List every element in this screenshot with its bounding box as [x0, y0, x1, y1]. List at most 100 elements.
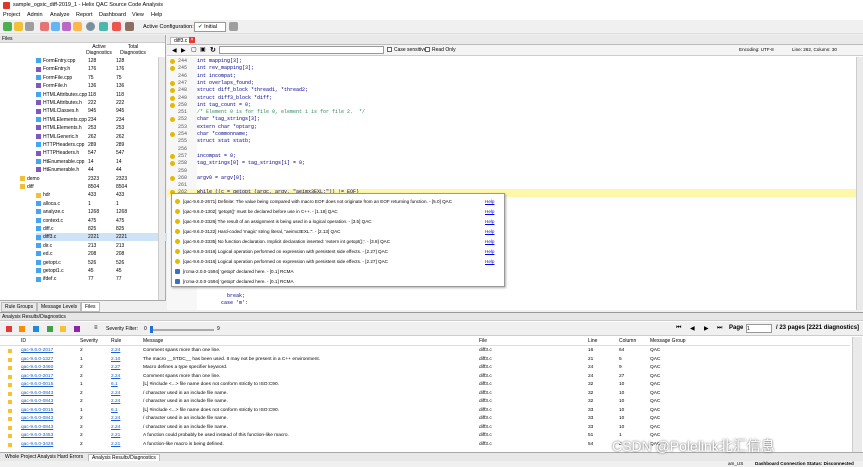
reload-icon[interactable]: ↻	[210, 46, 216, 54]
settings-gear-icon[interactable]	[86, 22, 95, 31]
warning-marker-icon[interactable]	[170, 95, 175, 101]
rule-link[interactable]: 2.24	[111, 390, 120, 398]
diag-id-link[interactable]: qac-9.6.0-3429	[21, 441, 53, 449]
copy-icon[interactable]: ▢	[191, 46, 197, 53]
results-row[interactable]: qac-9.6.0-3460 2 2.27 Macro defines a type …	[0, 364, 850, 372]
tab-rule-groups[interactable]: Rule Groups	[1, 302, 38, 312]
report-icon[interactable]	[73, 22, 82, 31]
results-row[interactable]: qac-9.6.0-0015 1 6.1 [L] #include <...> fil…	[0, 381, 850, 389]
col-severity[interactable]: Severity	[80, 338, 98, 344]
help-link[interactable]: Help	[485, 207, 494, 216]
warning-marker-icon[interactable]	[170, 153, 175, 159]
back-arrow-icon[interactable]: ◀	[172, 47, 177, 54]
code-line[interactable]: 254 char *commonname;	[167, 131, 857, 138]
help-link[interactable]: Help	[485, 227, 494, 236]
warning-marker-icon[interactable]	[170, 132, 175, 137]
severity-slider-handle[interactable]	[150, 326, 153, 333]
col-id[interactable]: ID	[21, 338, 26, 344]
menu-report[interactable]: Report	[76, 12, 93, 18]
read-only-checkbox[interactable]	[425, 47, 430, 52]
rule-link[interactable]: 2.27	[111, 364, 120, 372]
plugin-icon[interactable]	[125, 22, 134, 31]
results-row[interactable]: qac-9.6.0-0015 1 6.1 [L] #include <...> fil…	[0, 407, 850, 415]
code-line[interactable]: 251 /* Element 0 is for file 0, element 1…	[167, 109, 857, 116]
severity-slider[interactable]	[150, 329, 214, 331]
code-line[interactable]: 248 struct diff_block *thread1, *thread2;	[167, 87, 857, 94]
rule-link[interactable]: 2.24	[111, 424, 120, 432]
toggle-icon[interactable]: ▣	[200, 46, 206, 53]
help-link[interactable]: Help	[485, 217, 494, 226]
popup-diagnostic-row[interactable]: [qac-9.6.0-3326] The result of an assign…	[175, 217, 503, 226]
col-file[interactable]: File	[479, 338, 487, 344]
save-icon[interactable]	[25, 22, 34, 31]
warning-marker-icon[interactable]	[170, 161, 175, 167]
rule-link[interactable]: 6.1	[111, 407, 118, 415]
code-line[interactable]: 247 int overlaps_found;	[167, 80, 857, 87]
page-input[interactable]	[746, 324, 772, 333]
filter-orange-icon[interactable]	[19, 326, 25, 332]
menu-analyze[interactable]: Analyze	[50, 12, 70, 18]
rule-link[interactable]: 2.10	[111, 356, 120, 364]
diag-id-link[interactable]: qac-9.6.0-0843	[21, 424, 53, 432]
code-line[interactable]: case 'm':	[167, 300, 857, 307]
results-row[interactable]: qac-9.6.0-1327 1 2.10 The macro __STDC__ ha…	[0, 356, 850, 364]
diag-id-link[interactable]: qac-9.6.0-1327	[21, 356, 53, 364]
diag-id-link[interactable]: qac-9.6.0-3460	[21, 364, 53, 372]
popup-diagnostic-row[interactable]: [qac-9.6.0-3122] Hard-coded 'magic' stri…	[175, 227, 503, 236]
menu-help[interactable]: Help	[151, 12, 162, 18]
next-page-icon[interactable]: ▶	[704, 325, 709, 332]
warning-marker-icon[interactable]	[170, 66, 175, 72]
diag-id-link[interactable]: qac-9.6.0-3453	[21, 432, 53, 440]
code-line[interactable]: break;	[167, 293, 857, 300]
results-row[interactable]: qac-9.6.0-2017 2 2.24 Comment spans more th…	[0, 347, 850, 355]
config-settings-icon[interactable]	[229, 22, 238, 31]
warning-marker-icon[interactable]	[170, 117, 175, 123]
popup-diagnostic-row[interactable]: [qac-9.6.0-2671] Definite: The value bei…	[175, 197, 503, 206]
warning-marker-icon[interactable]	[170, 88, 175, 94]
case-sensitive-checkbox[interactable]	[387, 47, 392, 52]
file-tree-row[interactable]: diff 8504 8504	[20, 183, 180, 191]
popup-diagnostic-row[interactable]: [rcma-2.0.0-1594] 'getopt' declared here…	[175, 267, 503, 276]
tab-files[interactable]: Files	[81, 302, 100, 312]
dashboard-icon[interactable]	[99, 22, 108, 31]
code-line[interactable]: 250 int tag_count = 0;	[167, 102, 857, 109]
rule-link[interactable]: 6.1	[111, 381, 118, 389]
code-line[interactable]: 259	[167, 168, 857, 175]
results-row[interactable]: qac-9.6.0-0843 2 2.24 / character used in a…	[0, 398, 850, 406]
filter-yellow-icon[interactable]	[60, 326, 66, 332]
menu-view[interactable]: View	[132, 12, 144, 18]
last-page-icon[interactable]: ⏭	[717, 325, 722, 332]
filter-blue-icon[interactable]	[33, 326, 39, 332]
code-line[interactable]: 249 struct diff3_block *diff;	[167, 95, 857, 102]
menu-project[interactable]: Project	[3, 12, 20, 18]
rule-link[interactable]: 2.21	[111, 441, 120, 449]
new-project-icon[interactable]	[3, 22, 12, 31]
warning-marker-icon[interactable]	[170, 175, 175, 181]
results-row[interactable]: qac-9.6.0-0843 2 2.24 / character used in a…	[0, 415, 850, 423]
rule-link[interactable]: 2.24	[111, 398, 120, 406]
diag-id-link[interactable]: qac-9.6.0-0015	[21, 407, 53, 415]
col-message-group[interactable]: Message Group	[650, 338, 686, 344]
sort-icon[interactable]: ≡	[94, 325, 98, 331]
code-line[interactable]: 260 argv0 = argv[0];	[167, 175, 857, 182]
help-link[interactable]: Help	[485, 197, 494, 206]
forward-arrow-icon[interactable]: ▶	[181, 47, 186, 54]
code-line[interactable]: 244 int mapping[3];	[167, 58, 857, 65]
col-active-diagnostics[interactable]: Active Diagnostics	[84, 44, 114, 56]
active-config-select[interactable]: ✔ Initial	[194, 22, 226, 32]
warning-marker-icon[interactable]	[170, 59, 175, 64]
close-tab-icon[interactable]: ×	[189, 37, 195, 43]
diag-id-link[interactable]: qac-9.6.0-0843	[21, 390, 53, 398]
file-tree-row[interactable]: demo 2323 2323	[20, 175, 180, 183]
tab-hard-errors[interactable]: Whole Project Analysis Hard Errors	[2, 454, 86, 460]
first-page-icon[interactable]: ⏮	[676, 325, 681, 332]
code-line[interactable]: 258 tag_strings[0] = tag_strings[1] = 0;	[167, 160, 857, 167]
code-line[interactable]: 252 char *tag_strings[3];	[167, 116, 857, 123]
diag-id-link[interactable]: qac-9.6.0-2017	[21, 347, 53, 355]
files-scrollbar[interactable]	[158, 57, 165, 307]
refresh-icon[interactable]	[51, 22, 60, 31]
col-rule[interactable]: Rule	[111, 338, 121, 344]
code-line[interactable]: 261	[167, 182, 857, 189]
search-input[interactable]	[219, 46, 384, 54]
filter-green-icon[interactable]	[47, 326, 53, 332]
